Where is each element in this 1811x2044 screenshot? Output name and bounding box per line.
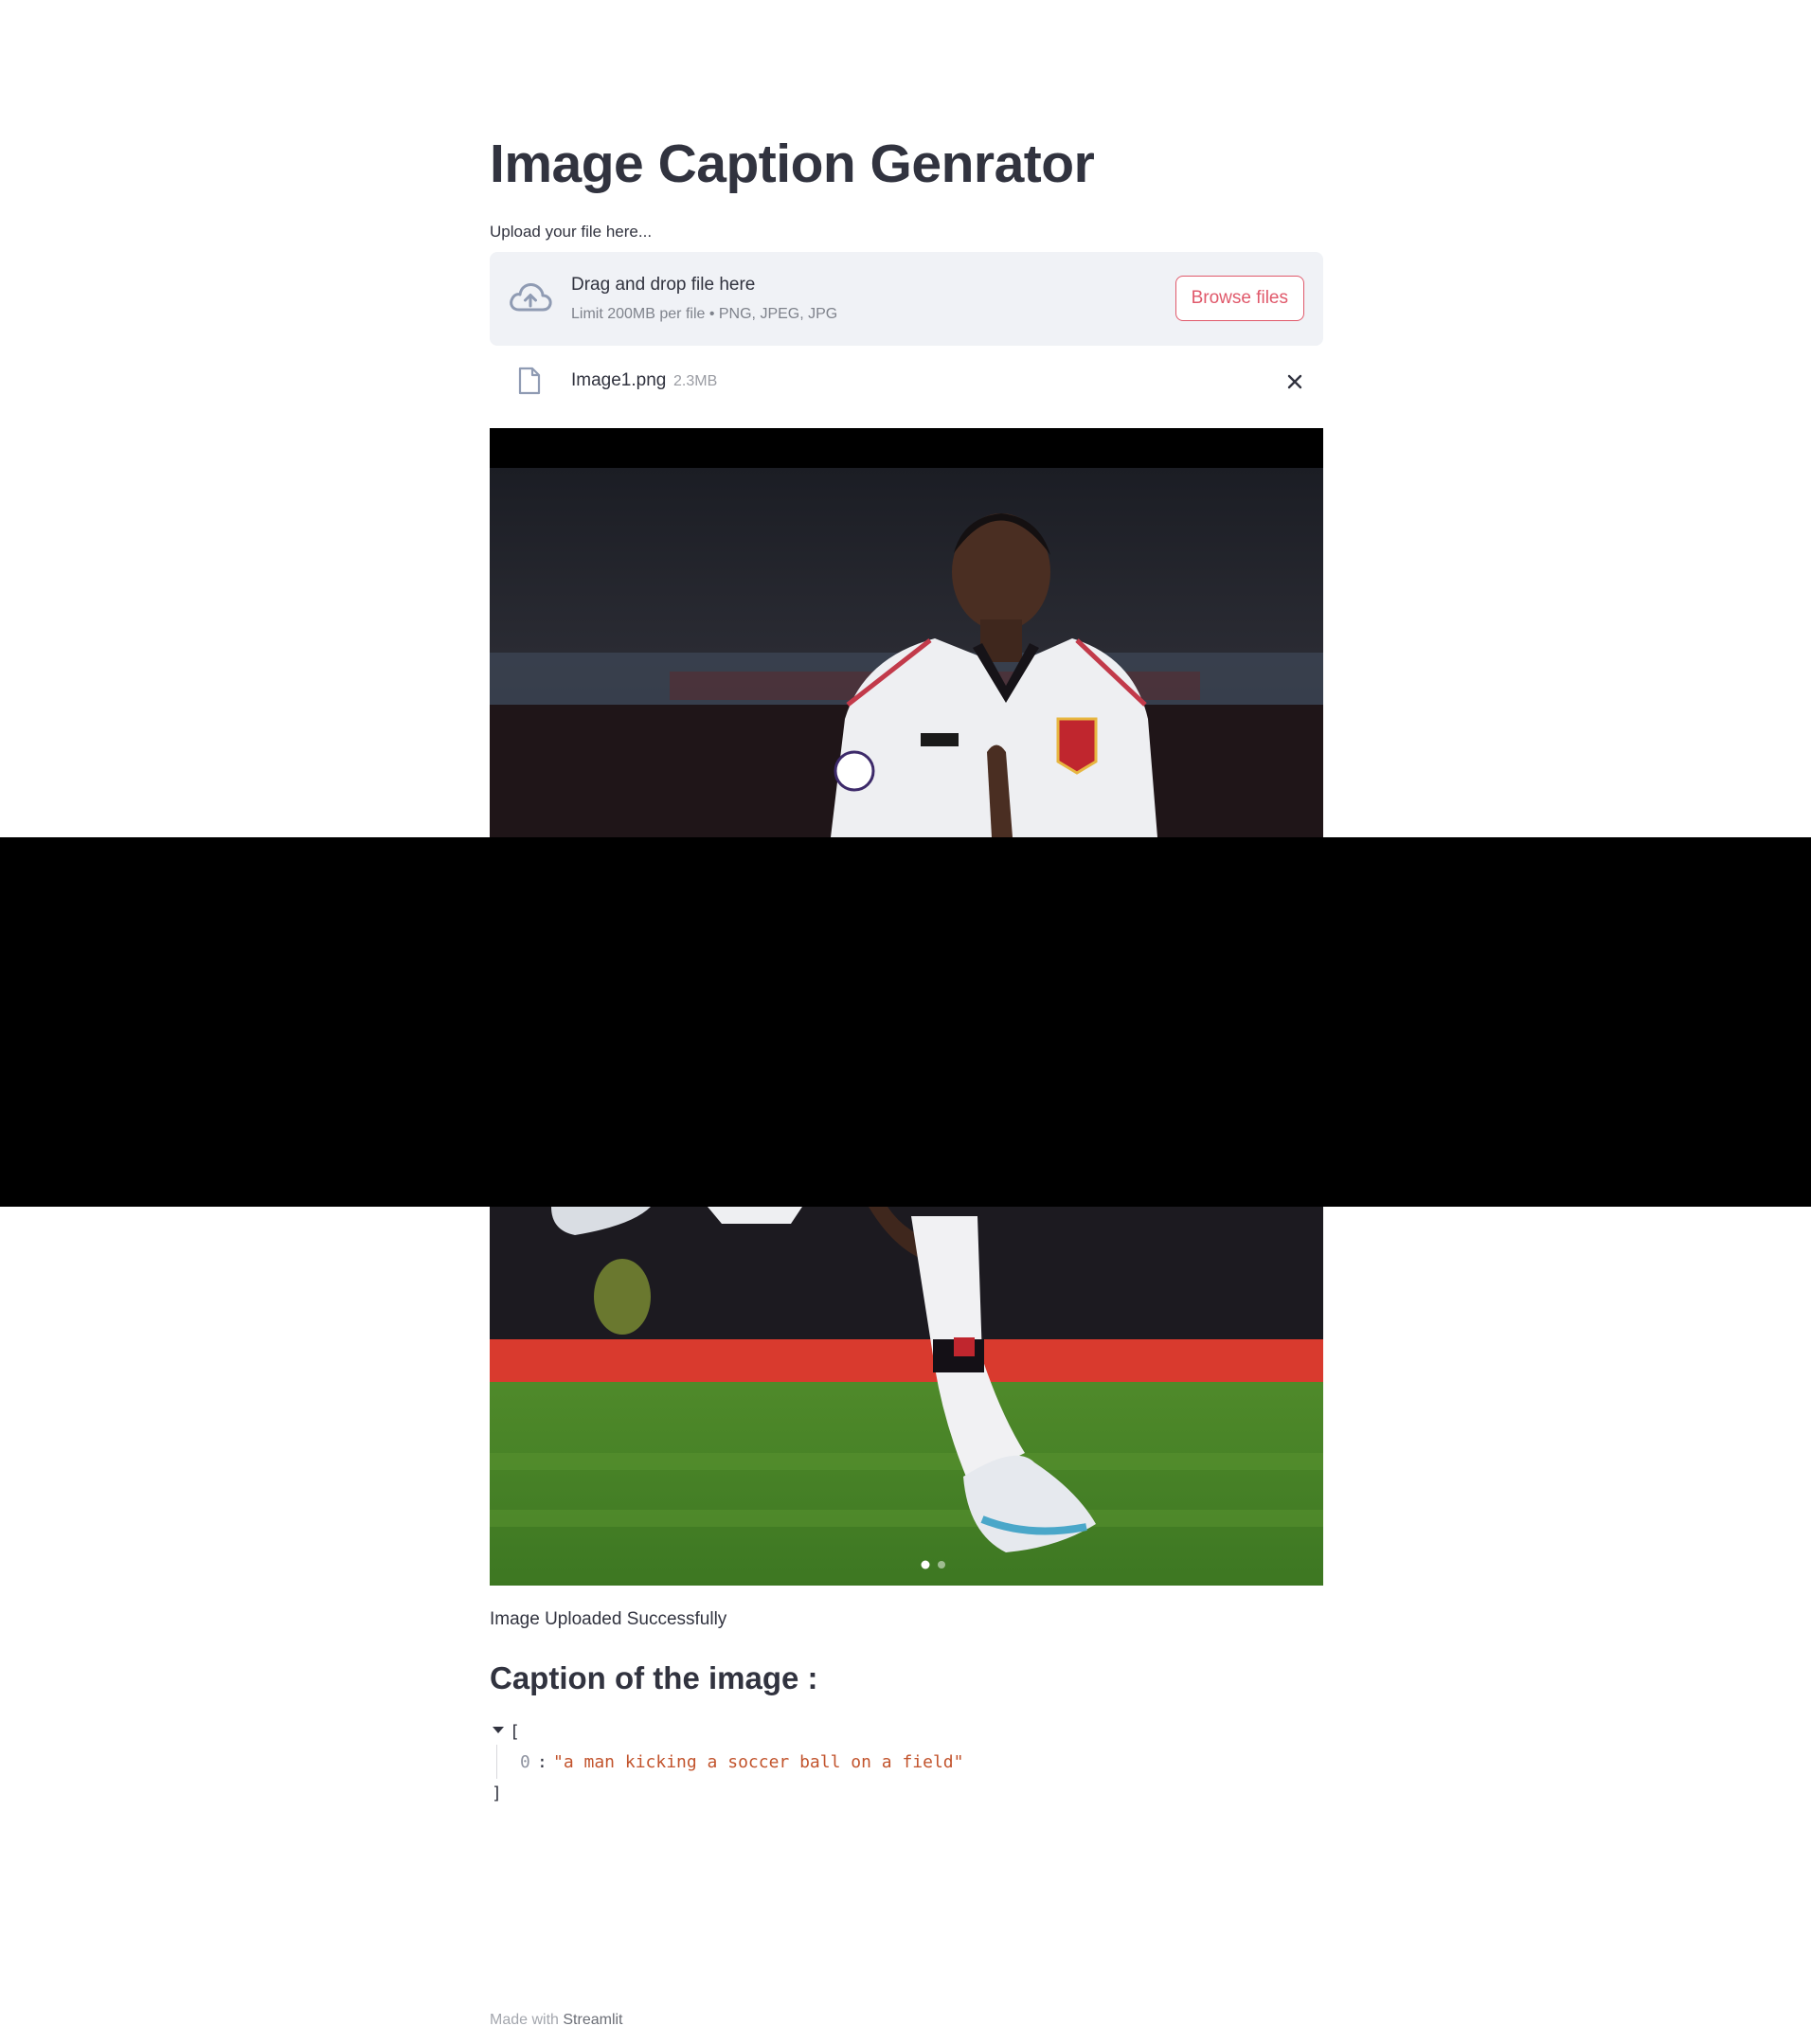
uploader-label: Upload your file here... (490, 223, 653, 241)
json-open-bracket: [ (510, 1722, 520, 1742)
collapse-toggle-icon[interactable] (493, 1727, 504, 1733)
uploaded-file-name: Image1.png (571, 370, 667, 390)
player-photo-lower (490, 1207, 1323, 1586)
dropzone-limit-text: Limit 200MB per file • PNG, JPEG, JPG (571, 306, 838, 322)
json-item-key: 0 (520, 1752, 530, 1772)
upload-status-message: Image Uploaded Successfully (490, 1609, 727, 1629)
uploaded-file-size: 2.3MB (673, 373, 718, 389)
json-indent-guide (496, 1745, 497, 1779)
json-close-bracket: ] (492, 1784, 502, 1803)
file-icon (518, 367, 541, 395)
streamlit-link[interactable]: Streamlit (563, 2012, 622, 2028)
caption-json-viewer: [ 0 : "a man kicking a soccer ball on a … (490, 1722, 1058, 1807)
redaction-bar (0, 837, 1811, 1207)
file-dropzone[interactable]: Drag and drop file here Limit 200MB per … (490, 252, 1323, 346)
player-photo-upper (490, 468, 1323, 837)
page: Image Caption Genrator Upload your file … (0, 0, 1811, 2044)
browse-files-button[interactable]: Browse files (1174, 276, 1304, 321)
caption-text: "a man kicking a soccer ball on a field" (553, 1752, 964, 1772)
close-icon[interactable] (1282, 368, 1308, 395)
dropzone-instructions: Drag and drop file here (571, 275, 756, 295)
caption-heading: Caption of the image : (490, 1660, 818, 1695)
footer: Made with Streamlit (490, 2012, 623, 2029)
json-item-colon: : (537, 1752, 547, 1772)
footer-prefix: Made with (490, 2012, 559, 2028)
uploaded-file-row: Image1.png 2.3MB (490, 363, 1323, 401)
cloud-upload-icon (510, 283, 552, 312)
page-title: Image Caption Genrator (490, 134, 1095, 194)
